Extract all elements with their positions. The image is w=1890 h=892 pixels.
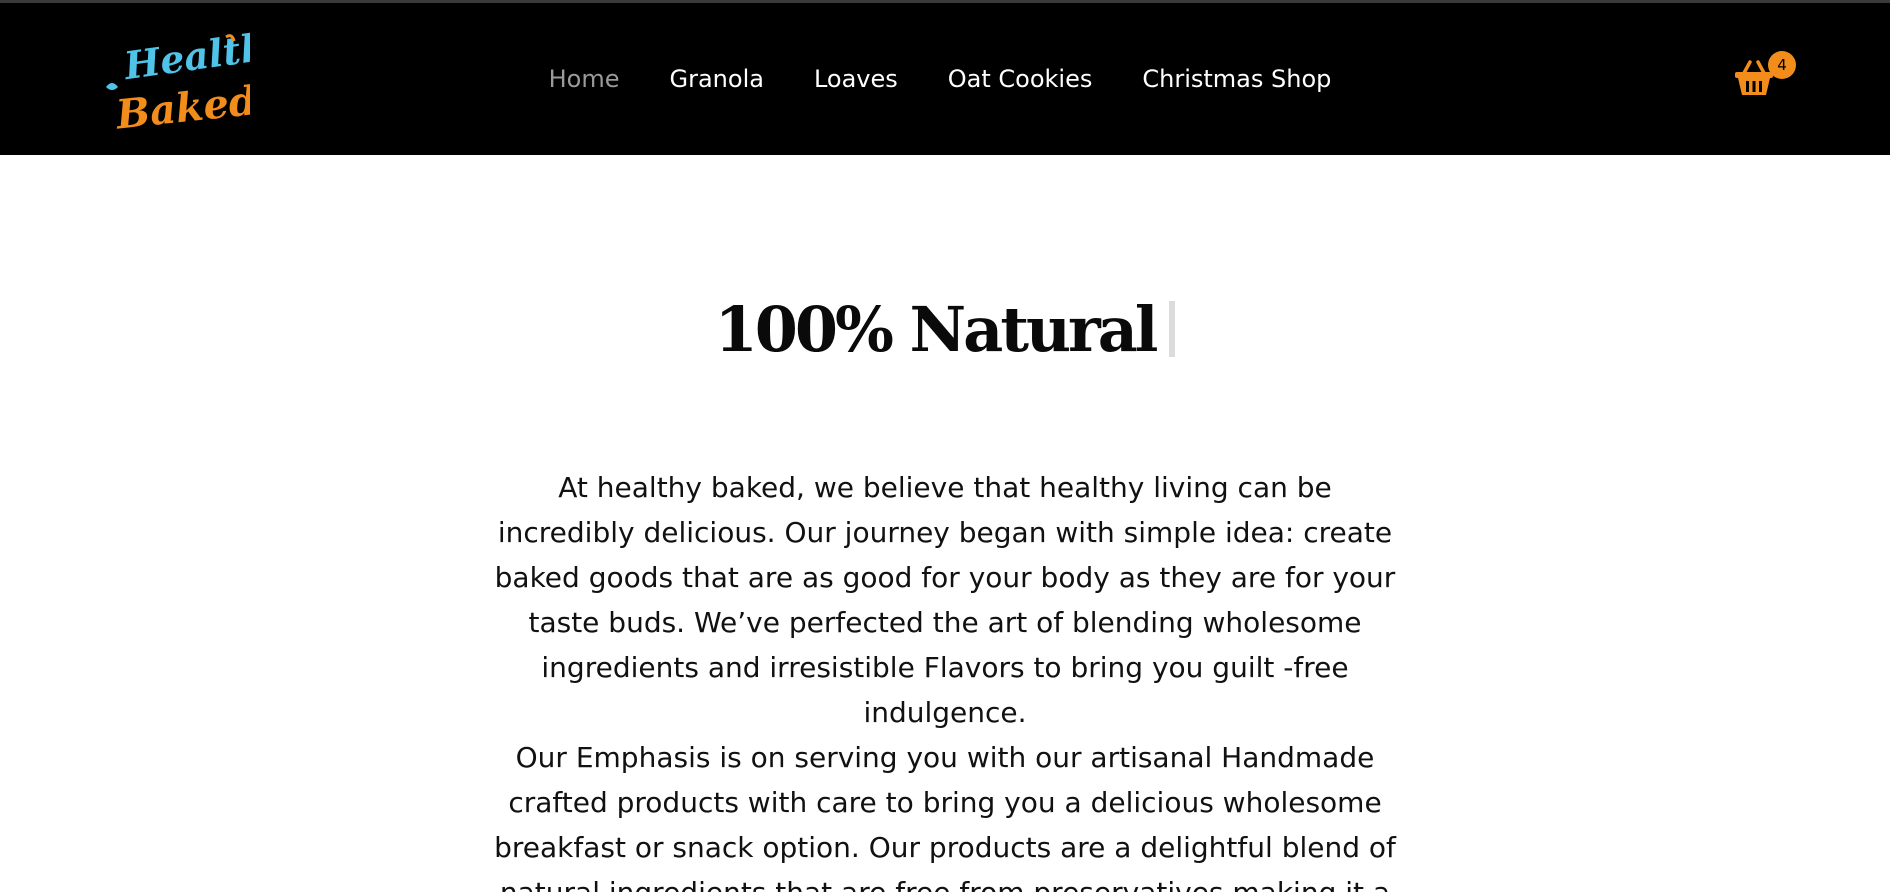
cart-button[interactable]: 4 (1730, 49, 1798, 105)
hero-heading: 100% Natural (0, 293, 1890, 366)
nav-granola[interactable]: Granola (670, 65, 764, 93)
nav-christmas-shop[interactable]: Christmas Shop (1142, 65, 1331, 93)
nav-loaves[interactable]: Loaves (814, 65, 898, 93)
about-paragraph-1: At healthy baked, we believe that health… (494, 471, 1396, 729)
hero-title-text: 100% Natural (714, 293, 1159, 366)
nav-oat-cookies[interactable]: Oat Cookies (948, 65, 1093, 93)
site-header: Healthy Baked Home Granola Loaves Oat Co… (0, 3, 1890, 155)
typing-cursor (1169, 301, 1176, 357)
cart-count-badge: 4 (1768, 51, 1796, 79)
about-paragraph-2: Our Emphasis is on serving you with our … (494, 741, 1396, 892)
nav-home[interactable]: Home (549, 65, 620, 93)
main-nav: Home Granola Loaves Oat Cookies Christma… (0, 3, 1890, 155)
main-content: 100% Natural At healthy baked, we believ… (0, 155, 1890, 892)
